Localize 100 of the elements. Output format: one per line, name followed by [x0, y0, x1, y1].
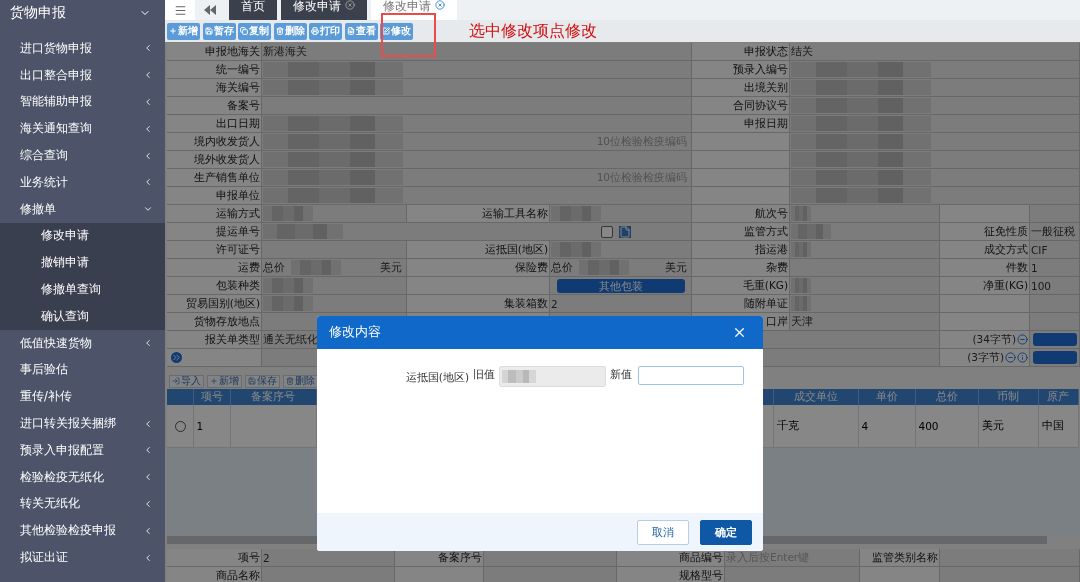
sidebar-item[interactable]: 拟证出证 — [0, 544, 165, 571]
field-label: 集装箱数 — [407, 295, 550, 313]
sidebar-item[interactable]: 海关通知查询 — [0, 115, 165, 143]
field-label: 出境关别 — [692, 79, 790, 97]
info-icon[interactable] — [1017, 352, 1028, 363]
header-cell — [167, 389, 193, 405]
field-label: 境内收发货人 — [167, 133, 262, 151]
field-label: 航次号 — [692, 205, 790, 223]
sidebar-subitem[interactable]: 撤销申请 — [0, 249, 165, 277]
chevron-left-icon — [143, 445, 153, 456]
confirm-button[interactable]: 确定 — [700, 519, 752, 545]
field-value: 2 — [551, 297, 558, 310]
field-label: 运抵国(地区) — [404, 370, 469, 385]
import-icon — [172, 377, 180, 385]
field-label: 保险费 — [407, 259, 550, 277]
checkbox[interactable] — [601, 225, 613, 238]
chevron-left-icon — [143, 525, 153, 536]
column-header: 总价 — [915, 389, 978, 405]
field-value: 结关 — [791, 44, 813, 59]
save-icon — [204, 27, 213, 35]
field-label: 海关编号 — [167, 79, 262, 97]
sidebar-item[interactable]: 进口货物申报 — [0, 35, 165, 62]
minus-icon[interactable] — [1017, 334, 1028, 345]
sidebar-item[interactable]: 预录入申报配置 — [0, 436, 165, 464]
document-icon[interactable] — [619, 225, 631, 238]
field-label: 指运港 — [692, 241, 790, 259]
sidebar-subitem[interactable]: 修撤单查询 — [0, 276, 165, 303]
field-label: 运费 — [167, 259, 262, 277]
close-icon[interactable] — [345, 0, 355, 10]
tab[interactable]: 修改申请 — [281, 0, 367, 20]
dialog-title: 修改内容 — [329, 324, 381, 341]
sidebar-subitem[interactable]: 确认查询 — [0, 302, 165, 330]
field-value: 1 — [1031, 261, 1038, 274]
close-icon[interactable] — [435, 0, 445, 10]
printer-icon — [311, 27, 319, 35]
trash-icon — [286, 377, 294, 385]
field-value: CIF — [1031, 243, 1048, 256]
sidebar-title: 货物申报 — [10, 3, 66, 22]
field-label: 合同协议号 — [692, 97, 790, 115]
trash-icon — [275, 27, 284, 35]
sidebar-item[interactable]: 综合查询 — [0, 142, 165, 169]
cancel-button[interactable]: 取消 — [637, 519, 689, 545]
field-label: 贸易国别(地区) — [167, 295, 262, 313]
table-cell: 400 — [915, 405, 978, 448]
field-label: 随附单证 — [692, 295, 790, 313]
column-header: 单价 — [858, 389, 915, 405]
table-cell: 1 — [193, 405, 230, 448]
new-value-field[interactable] — [638, 366, 744, 385]
rewind-icon[interactable] — [204, 5, 216, 15]
plus-icon — [169, 27, 177, 35]
sidebar-item[interactable]: 智能辅助申报 — [0, 88, 165, 116]
edit-icon — [382, 27, 390, 35]
sidebar-item[interactable]: 低值快速货物 — [0, 329, 165, 357]
table-cell: 美元 — [978, 405, 1038, 448]
field-label: 商品名称 — [167, 567, 262, 582]
table-cell: 4 — [858, 405, 915, 448]
menu-icon[interactable] — [173, 3, 187, 17]
field-label: 监管类别名称 — [860, 549, 940, 567]
chevron-left-icon — [143, 43, 153, 54]
field-label: 征免性质 — [940, 223, 1030, 241]
field-label: 申报日期 — [692, 115, 790, 133]
field-label: 规格型号 — [617, 567, 725, 582]
sidebar-item[interactable]: 业务统计 — [0, 169, 165, 196]
field-label: 报关单类型 — [167, 331, 262, 349]
field-label: 项号 — [167, 549, 262, 567]
field-label: 申报单位 — [167, 187, 262, 205]
chevron-left-icon — [143, 418, 153, 429]
field-label: 统一编号 — [167, 61, 262, 79]
unit-label: 美元 — [380, 260, 402, 275]
chevron-left-icon — [143, 338, 153, 349]
radio-button[interactable] — [175, 420, 187, 432]
sidebar-subitem[interactable]: 修改申请 — [0, 222, 165, 250]
tab[interactable]: 修改申请 — [371, 0, 457, 20]
chevron-left-icon — [143, 177, 153, 188]
field-label: 件数 — [940, 259, 1030, 277]
field-label: 出口日期 — [167, 115, 262, 133]
sidebar-item[interactable]: 事后验估 — [0, 356, 165, 384]
sidebar-item[interactable]: 重传/补传 — [0, 383, 165, 411]
sidebar-item[interactable]: 其他检验检疫申报 — [0, 517, 165, 545]
column-header: 备案序号 — [230, 389, 316, 405]
old-value-label: 旧值 — [473, 367, 495, 382]
field-label: 运抵国(地区) — [407, 241, 550, 259]
field-label: 生产销售单位 — [167, 169, 262, 187]
sidebar-item[interactable]: 检验检疫无纸化 — [0, 463, 165, 491]
field-label: 净重(KG) — [940, 277, 1030, 295]
field-label: 货物存放地点 — [167, 313, 262, 331]
annotation-text: 选中修改项点修改 — [469, 21, 597, 41]
plus-icon — [210, 377, 218, 385]
field-label: 成交方式 — [940, 241, 1030, 259]
sidebar-item[interactable]: 转关无纸化 — [0, 490, 165, 518]
sidebar-item[interactable]: 修撤单 — [0, 195, 165, 223]
sidebar-item[interactable]: 出口整合申报 — [0, 61, 165, 89]
byte-count: (34字节) — [972, 332, 1016, 347]
tab[interactable]: 首页 — [229, 0, 277, 20]
field-label: 备案号 — [167, 97, 262, 115]
chevron-left-icon — [143, 97, 153, 107]
sidebar-item[interactable]: 进口转关报关捆绑 — [0, 410, 165, 437]
expand-icon[interactable] — [171, 352, 182, 363]
minus-icon[interactable] — [1005, 352, 1016, 363]
close-icon[interactable] — [732, 325, 747, 340]
